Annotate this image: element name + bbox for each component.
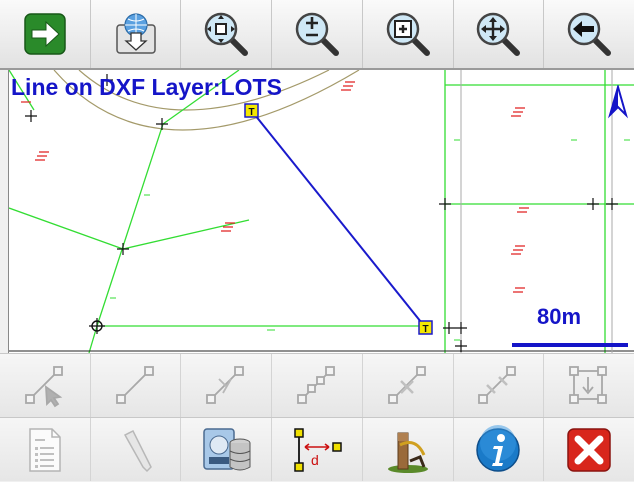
- distance-label: d: [311, 452, 319, 468]
- edit-button[interactable]: [90, 418, 182, 481]
- edit-line-button[interactable]: [181, 354, 273, 417]
- pan-button[interactable]: [453, 0, 545, 68]
- polyline-icon: [297, 365, 335, 404]
- back-arrow-icon: [567, 12, 612, 56]
- info-button[interactable]: [453, 418, 545, 481]
- next-arrow-icon: [24, 13, 66, 55]
- lot-labels: [21, 81, 529, 293]
- edit-line-icon: [206, 365, 245, 404]
- list-button[interactable]: [0, 418, 91, 481]
- measure-distance-button[interactable]: d: [272, 418, 363, 481]
- zoom-in-out-icon: [295, 12, 340, 56]
- select-line-icon: [24, 365, 63, 407]
- close-icon: [567, 427, 611, 472]
- move-polygon-button[interactable]: [544, 354, 634, 417]
- distance-icon: d: [294, 427, 342, 472]
- scale-label: 80m: [537, 304, 582, 329]
- map-canvas[interactable]: T T Line on DXF Layer:LOTS 80m: [8, 70, 634, 353]
- list-document-icon: [29, 427, 61, 472]
- next-button[interactable]: [0, 0, 91, 68]
- download-globe-icon: [115, 13, 156, 54]
- draw-line-button[interactable]: [90, 354, 182, 417]
- stakeout-icon: [387, 432, 428, 473]
- draw-line-icon: [115, 365, 154, 404]
- info-icon: [476, 424, 521, 472]
- polyline-button[interactable]: [272, 354, 363, 417]
- zoom-extents-button[interactable]: [181, 0, 273, 68]
- map-title: Line on DXF Layer:LOTS: [11, 74, 282, 100]
- pan-icon: [477, 12, 521, 56]
- zoom-window-icon: [386, 12, 430, 56]
- select-line-button[interactable]: [0, 354, 91, 417]
- marker-t-start-label: T: [248, 107, 254, 118]
- back-button[interactable]: [544, 0, 634, 68]
- move-polygon-icon: [569, 365, 608, 404]
- scale-bar: [512, 343, 628, 347]
- zoom-extents-icon: [205, 12, 249, 56]
- bottom-toolbar: d: [0, 353, 634, 482]
- pencil-icon: [123, 429, 152, 473]
- download-button[interactable]: [90, 0, 182, 68]
- marker-t-end-label: T: [422, 324, 428, 335]
- delete-vertex-button[interactable]: [362, 354, 454, 417]
- gps-marker: [89, 318, 105, 334]
- selected-line[interactable]: [250, 109, 426, 328]
- database-save-icon: [203, 427, 251, 470]
- zoom-in-out-button[interactable]: [272, 0, 363, 68]
- north-arrow-icon: [608, 85, 628, 119]
- top-toolbar: [0, 0, 634, 70]
- save-database-button[interactable]: [181, 418, 273, 481]
- bottom-toolbar-row-1: [0, 353, 634, 417]
- zoom-window-button[interactable]: [362, 0, 454, 68]
- stakeout-button[interactable]: [362, 418, 454, 481]
- bottom-toolbar-row-2: d: [0, 417, 634, 481]
- close-button[interactable]: [544, 418, 634, 481]
- split-line-button[interactable]: [453, 354, 545, 417]
- split-line-icon: [478, 365, 517, 404]
- delete-vertex-icon: [387, 365, 426, 404]
